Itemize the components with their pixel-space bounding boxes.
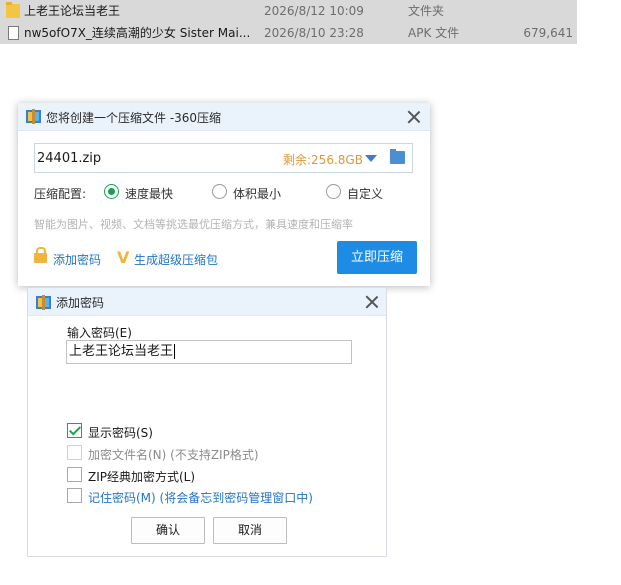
add-password-dialog: 添加密码 输入密码(E) 上老王论坛当老王 显示密码(S) 加密文件名(N) (…	[27, 287, 387, 557]
checkbox-icon[interactable]	[67, 423, 82, 438]
chevron-down-icon[interactable]	[365, 155, 377, 162]
radio-label: 速度最快	[125, 187, 174, 201]
lock-icon	[34, 247, 47, 263]
password-input[interactable]: 上老王论坛当老王	[66, 340, 352, 364]
close-icon[interactable]	[407, 110, 421, 124]
folder-icon	[6, 2, 20, 18]
file-row-folder[interactable]: 上老王论坛当老王 2026/8/12 10:09 文件夹	[0, 0, 577, 22]
compress-dialog: 您将创建一个压缩文件 -360压缩 24401.zip 剩余:256.8GB 压…	[18, 103, 430, 286]
compress-dialog-title: 您将创建一个压缩文件 -360压缩	[46, 111, 222, 125]
file-row-apk[interactable]: nw5ofO7X_连续高潮的少女 Sister Mai... 2026/8/10…	[0, 22, 577, 44]
browse-folder-icon[interactable]	[390, 149, 405, 164]
checkbox-icon[interactable]	[67, 488, 82, 503]
radio-label: 自定义	[347, 187, 384, 201]
file-type: APK 文件	[408, 26, 460, 40]
archive-filename[interactable]: 24401.zip	[37, 151, 237, 166]
file-size: 679,641	[523, 26, 573, 40]
file-icon	[8, 26, 19, 40]
v-badge-icon: V	[117, 248, 130, 267]
password-value: 上老王论坛当老王	[69, 344, 174, 359]
file-list: 上老王论坛当老王 2026/8/12 10:09 文件夹 nw5ofO7X_连续…	[0, 0, 577, 44]
text-caret	[174, 344, 176, 359]
archive-name-field[interactable]: 24401.zip 剩余:256.8GB	[34, 143, 413, 173]
compress-hint: 智能为图片、视频、文档等挑选最优压缩方式，兼具速度和压缩率	[34, 218, 353, 231]
password-dialog-titlebar[interactable]: 添加密码	[28, 288, 386, 316]
checkbox-label: 显示密码(S)	[88, 426, 153, 440]
checkbox-icon[interactable]	[67, 445, 82, 460]
free-space-label: 剩余:256.8GB	[283, 153, 363, 167]
radio-label: 体积最小	[233, 187, 282, 201]
radio-button-icon[interactable]	[104, 184, 119, 199]
file-type: 文件夹	[408, 4, 445, 18]
checkbox-label: ZIP经典加密方式(L)	[88, 470, 196, 484]
file-name: 上老王论坛当老王	[24, 4, 121, 18]
compress-now-button[interactable]: 立即压缩	[337, 241, 417, 274]
archive-icon	[26, 109, 41, 124]
file-date: 2026/8/12 10:09	[264, 4, 364, 18]
radio-button-icon[interactable]	[326, 184, 341, 199]
password-dialog-title: 添加密码	[56, 296, 105, 310]
confirm-button[interactable]: 确认	[131, 517, 205, 544]
checkbox-label: 加密文件名(N) (不支持ZIP格式)	[88, 448, 259, 462]
super-package-label[interactable]: 生成超级压缩包	[134, 251, 218, 268]
checkbox-icon[interactable]	[67, 467, 82, 482]
cancel-button[interactable]: 取消	[213, 517, 287, 544]
password-input-label: 输入密码(E)	[67, 326, 132, 340]
compress-dialog-titlebar[interactable]: 您将创建一个压缩文件 -360压缩	[18, 103, 430, 131]
file-name: nw5ofO7X_连续高潮的少女 Sister Mai...	[24, 26, 251, 40]
radio-button-icon[interactable]	[212, 184, 227, 199]
archive-icon	[36, 295, 51, 310]
close-icon[interactable]	[365, 295, 379, 309]
checkbox-label: 记住密码(M) (将会备忘到密码管理窗口中)	[88, 491, 313, 505]
file-date: 2026/8/10 23:28	[264, 26, 364, 40]
compress-config-label: 压缩配置:	[34, 187, 87, 201]
add-password-label[interactable]: 添加密码	[53, 251, 101, 268]
